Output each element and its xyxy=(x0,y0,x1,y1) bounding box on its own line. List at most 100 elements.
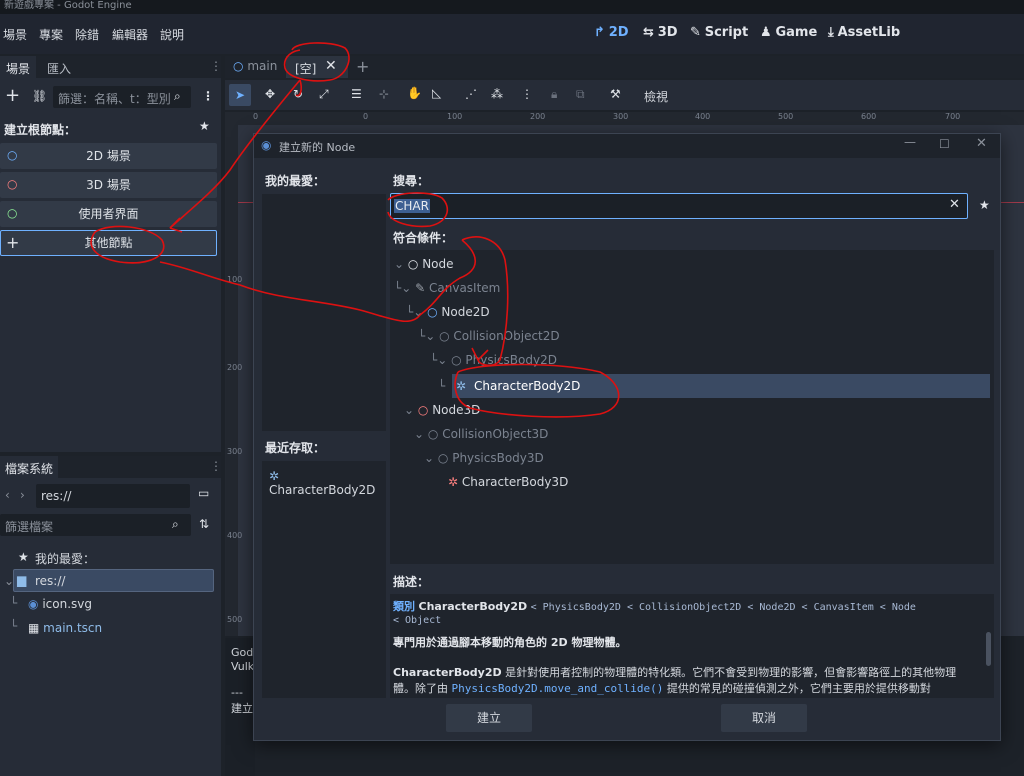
tab-scene[interactable]: 場景 xyxy=(0,56,36,78)
workspace-2d[interactable]: ↱ 2D xyxy=(594,25,629,40)
node2d-icon: ○ xyxy=(7,148,18,162)
pan-tool-icon[interactable]: ✋ xyxy=(407,86,422,100)
search-icon: ⌕ xyxy=(174,89,181,103)
character-body-2d-icon: ✲ xyxy=(456,379,467,393)
minimize-icon[interactable]: — xyxy=(904,135,916,149)
split-view-icon[interactable]: ▭ xyxy=(198,486,209,500)
tree-line: └ xyxy=(10,596,18,610)
close-icon[interactable]: ✕ xyxy=(325,58,337,74)
matches-label: 符合條件： xyxy=(393,231,454,245)
favorite-toggle-icon[interactable]: ★ xyxy=(979,198,990,212)
character-body-2d-icon: ✲ xyxy=(269,469,280,483)
move-and-collide-link[interactable]: PhysicsBody2D.move_and_collide() xyxy=(452,682,664,695)
new-tab-icon[interactable]: + xyxy=(356,57,369,76)
group-icon[interactable]: ⧉ xyxy=(576,87,585,102)
scene-dock-tabs: 場景 匯入 ⋮ xyxy=(0,56,222,78)
menu-debug[interactable]: 除錯 xyxy=(75,26,99,43)
tree-item-canvasitem[interactable]: └⌄ ✎ CanvasItem xyxy=(394,276,500,300)
dock-menu-icon[interactable]: ⋮ xyxy=(210,59,222,73)
control-icon: ○ xyxy=(7,206,18,220)
tree-item-node[interactable]: ⌄ ○ Node xyxy=(394,252,454,276)
fs-item-icon[interactable]: ◉ icon.svg xyxy=(28,597,92,611)
menu-project[interactable]: 專案 xyxy=(39,26,63,43)
star-icon: ★ xyxy=(18,550,29,564)
tree-item-collisionobject3d[interactable]: ⌄ ○ CollisionObject3D xyxy=(414,422,548,446)
workspace-3d[interactable]: ⇆ 3D xyxy=(643,25,678,40)
menu-bar: 場景 專案 除錯 編輯器 說明 ↱ 2D ⇆ 3D ✎ Script ♟ Gam… xyxy=(0,14,1024,54)
root-2d-scene-button[interactable]: ○ 2D 場景 xyxy=(0,143,217,169)
lock-icon[interactable]: 🔒︎ xyxy=(551,87,557,102)
fs-item-main[interactable]: ▦ main.tscn xyxy=(28,621,102,635)
tree-item-physicsbody3d[interactable]: ⌄ ○ PhysicsBody3D xyxy=(424,446,544,470)
bone-icon[interactable]: ⚒ xyxy=(610,87,621,101)
recent-list[interactable]: ✲ CharacterBody2D xyxy=(262,461,386,698)
vertical-ruler: 100 200 300 400 500 xyxy=(225,125,242,636)
path-field[interactable]: res:// xyxy=(36,484,190,508)
file-filter-input[interactable]: 篩選檔案 ⌕ xyxy=(0,514,191,536)
menu-help[interactable]: 說明 xyxy=(160,26,184,43)
workspace-script[interactable]: ✎ Script xyxy=(690,25,748,40)
node-search-input[interactable]: CHAR ✕ xyxy=(390,193,968,219)
view-menu[interactable]: 檢視 xyxy=(644,88,668,105)
sort-icon[interactable]: ⇅ xyxy=(199,517,209,531)
favorites-list[interactable] xyxy=(262,194,386,431)
scene-filter-input[interactable]: 篩選：名稱、t：型別 ⌕ xyxy=(53,86,191,108)
tree-item-node2d[interactable]: └⌄ ○ Node2D xyxy=(406,300,490,324)
snap-icon[interactable]: ⋰ xyxy=(465,87,477,101)
create-button[interactable]: 建立 xyxy=(446,704,532,732)
tree-item-physicsbody2d[interactable]: └⌄ ○ PhysicsBody2D xyxy=(430,348,557,372)
fs-favorites-label: 我的最愛： xyxy=(35,552,96,566)
tab-filesystem[interactable]: 檔案系統 xyxy=(0,456,58,478)
node2d-icon: ○ xyxy=(233,59,244,73)
ruler-tool-icon[interactable]: ◺ xyxy=(432,86,441,100)
maximize-icon[interactable]: ☐ xyxy=(939,137,950,151)
list-tool-icon[interactable]: ☰ xyxy=(351,87,362,101)
tree-item-characterbody2d-selected[interactable]: └ ✲ CharacterBody2D xyxy=(438,374,990,398)
dialog-close-icon[interactable]: ✕ xyxy=(976,136,987,151)
filesystem-dock: 檔案系統 ⋮ ‹ › res:// ▭ 篩選檔案 ⌕ ⇅ ★ 我的最愛： ⌄ ▆… xyxy=(0,456,222,776)
dock-menu-icon[interactable]: ⋮ xyxy=(210,459,222,473)
select-tool-icon[interactable]: ➤ xyxy=(229,84,251,106)
workspace-assetlib[interactable]: ⤓ AssetLib xyxy=(828,25,900,40)
class-name[interactable]: CharacterBody2D xyxy=(419,600,528,613)
menu-editor[interactable]: 編輯器 xyxy=(112,26,148,43)
scene-tab-empty[interactable]: [空] ✕ xyxy=(286,56,348,78)
cancel-button[interactable]: 取消 xyxy=(721,704,807,732)
rotate-tool-icon[interactable]: ↻ xyxy=(293,87,303,101)
forward-icon[interactable]: › xyxy=(20,488,25,502)
description-header: 類別 CharacterBody2D < PhysicsBody2D < Col… xyxy=(393,600,916,613)
workspace-game[interactable]: ♟ Game xyxy=(760,25,817,40)
back-icon[interactable]: ‹ xyxy=(5,488,10,502)
matches-tree[interactable]: ⌄ ○ Node └⌄ ✎ CanvasItem └⌄ ○ Node2D └⌄ … xyxy=(390,250,994,564)
fs-item-res[interactable]: ▆ res:// xyxy=(13,569,214,592)
favorite-star-icon[interactable]: ★ xyxy=(199,119,210,133)
tree-item-node3d[interactable]: ⌄ ○ Node3D xyxy=(404,398,480,422)
clear-search-icon[interactable]: ✕ xyxy=(949,197,960,212)
recent-item[interactable]: ✲ CharacterBody2D xyxy=(269,469,386,497)
tab-import[interactable]: 匯入 xyxy=(47,60,71,77)
description-scrollbar[interactable] xyxy=(986,632,991,666)
game-icon: ♟ xyxy=(760,25,772,40)
more-options-icon[interactable]: ⋮ xyxy=(521,87,533,101)
canvas-toolbar: ➤ ✥ ↻ ⤢ ☰ ⊹ ✋ ◺ ⋰ ⁂ ⋮ 🔒︎ ⧉ ⚒ 檢視 xyxy=(225,80,1024,110)
grid-snap-icon[interactable]: ⁂ xyxy=(491,87,503,101)
create-node-dialog: ◉ 建立新的 Node — ☐ ✕ 我的最愛： 最近存取： ✲ Characte… xyxy=(253,133,1001,741)
root-ui-button[interactable]: ○ 使用者界面 xyxy=(0,201,217,227)
scene-tab-main[interactable]: ○ main xyxy=(233,59,277,73)
add-node-icon[interactable]: + xyxy=(5,85,20,106)
scene-dock: 場景 匯入 ⋮ + ⛓ 篩選：名稱、t：型別 ⌕ ⋮ 建立根節點： ★ ○ 2D… xyxy=(0,56,222,452)
script-icon: ✎ xyxy=(690,25,701,40)
clapperboard-icon: ▦ xyxy=(28,621,40,635)
tree-item-collisionobject2d[interactable]: └⌄ ○ CollisionObject2D xyxy=(418,324,560,348)
menu-scene[interactable]: 場景 xyxy=(3,26,27,43)
tree-item-characterbody3d[interactable]: ✲ CharacterBody3D xyxy=(448,470,568,494)
root-other-node-button[interactable]: + 其他節點 xyxy=(0,230,217,256)
description-summary: 專門用於通過腳本移動的角色的 2D 物理物體。 xyxy=(393,636,627,649)
move-tool-icon[interactable]: ✥ xyxy=(265,87,275,101)
root-3d-scene-button[interactable]: ○ 3D 場景 xyxy=(0,172,217,198)
scene-options-icon[interactable]: ⋮ xyxy=(202,89,214,103)
search-icon: ⌕ xyxy=(172,517,179,531)
scale-tool-icon[interactable]: ⤢ xyxy=(319,87,329,102)
link-icon[interactable]: ⛓ xyxy=(32,89,47,103)
pivot-tool-icon[interactable]: ⊹ xyxy=(379,87,389,101)
